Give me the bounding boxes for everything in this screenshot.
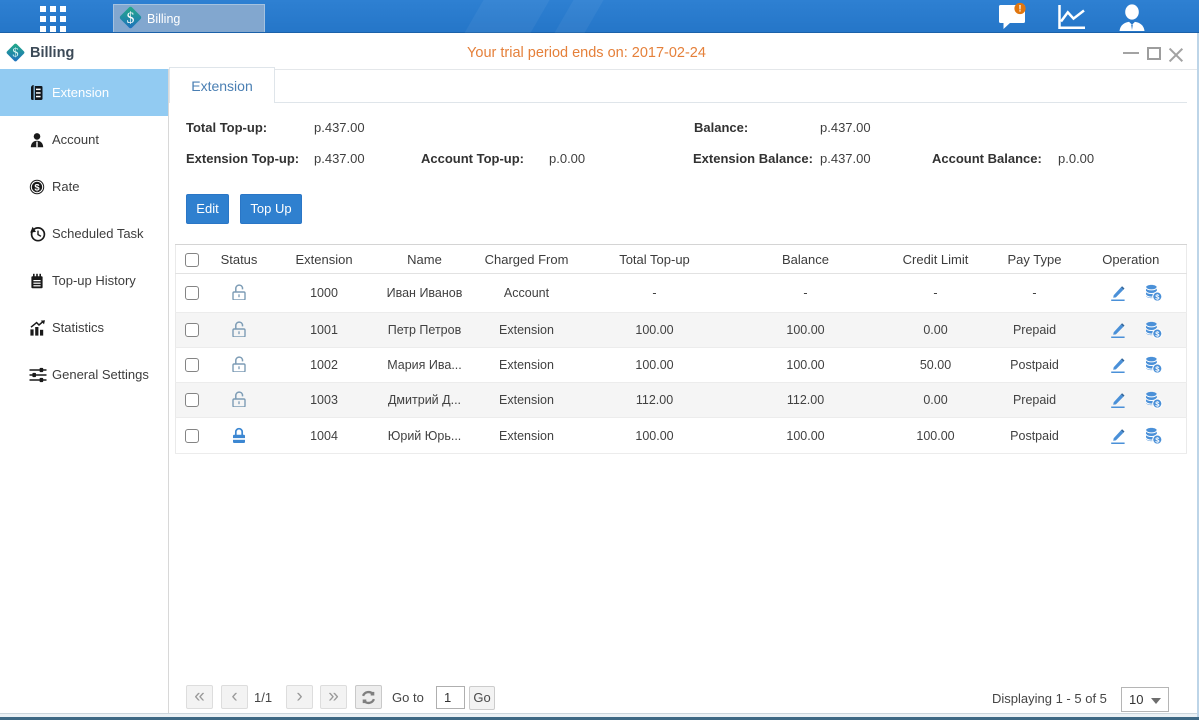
svg-text:$: $	[34, 182, 40, 193]
svg-text:!: !	[1019, 4, 1022, 14]
svg-text:$: $	[127, 10, 135, 27]
